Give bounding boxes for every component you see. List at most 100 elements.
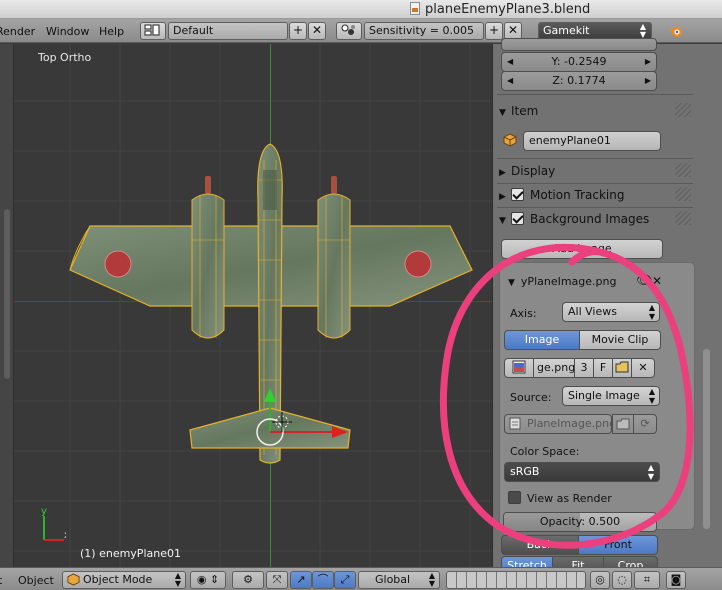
panel-separator [497, 94, 693, 95]
delete-layout-button[interactable]: ✕ [308, 22, 326, 40]
screen-layout-field[interactable]: Default [168, 22, 288, 40]
reload-icon[interactable]: ⟳ [633, 414, 657, 434]
view-as-render-label: View as Render [527, 492, 612, 505]
panel-grip-icon[interactable] [675, 211, 691, 225]
panel-grip-icon[interactable] [675, 163, 691, 177]
image-filepath-value: PlaneImage.png [527, 417, 617, 430]
motion-tracking-checkbox[interactable] [511, 188, 524, 201]
rotate-manipulator-icon[interactable]: ⌒ [312, 571, 334, 589]
properties-scrollbar[interactable] [703, 44, 710, 567]
remove-image-icon[interactable]: ✕ [652, 274, 662, 288]
orientation-dropdown[interactable]: Global ▲ ▼ [358, 571, 440, 589]
add-layout-button[interactable]: + [289, 22, 307, 40]
add-scene-button[interactable]: + [485, 22, 503, 40]
layer-buttons[interactable] [446, 571, 586, 589]
increment-arrow-icon[interactable]: ▶ [645, 53, 651, 71]
object-cube-icon [503, 133, 517, 150]
opacity-slider[interactable]: Opacity: 0.500 [503, 512, 657, 532]
browse-file-icon[interactable] [612, 414, 634, 434]
image-entry-header[interactable]: ▼ yPlaneImage.png [508, 275, 616, 288]
pivot-point-icon[interactable]: ⚙ [232, 571, 264, 589]
dropdown-updown-icon: ▲ ▼ [639, 22, 646, 39]
color-space-value: sRGB [510, 465, 540, 478]
viewport-shading-icon[interactable]: ◉ ⇕ [190, 571, 226, 589]
panel-grip-icon[interactable] [675, 103, 691, 117]
dropdown-updown-icon: ▲ ▼ [647, 463, 654, 481]
enemy-plane-model[interactable] [60, 140, 480, 470]
tab-movie-clip[interactable]: Movie Clip [579, 330, 661, 350]
location-z-value: Z: 0.1774 [552, 74, 606, 87]
ndof-icon[interactable] [336, 22, 362, 40]
decrement-arrow-icon[interactable]: ◀ [507, 72, 513, 90]
translate-manipulator-icon[interactable]: ↗ [290, 571, 312, 589]
location-y-value: Y: -0.2549 [551, 55, 607, 68]
front-button[interactable]: Front [578, 535, 658, 555]
sensitivity-field[interactable]: Sensitivity = 0.005 [364, 22, 484, 40]
mode-dropdown[interactable]: Object Mode ▲ ▼ [62, 571, 186, 589]
unlink-image-icon[interactable]: ✕ [631, 358, 655, 378]
motion-tracking-label: Motion Tracking [530, 188, 625, 202]
screen-layout-icon[interactable] [140, 22, 166, 40]
snap-icon[interactable]: ⌗ [634, 571, 660, 589]
source-dropdown[interactable]: Single Image ▲ ▼ [562, 386, 660, 406]
manipulator-toggle-icon[interactable]: ⤧ [266, 571, 288, 589]
properties-region[interactable]: ◀ Y: -0.2549 ▶ ◀ Z: 0.1774 ▶ ▼ Item enemy… [492, 38, 722, 576]
open-folder-icon[interactable] [612, 358, 632, 378]
menu-help[interactable]: Help [99, 25, 124, 38]
background-images-panel-header[interactable]: ▼ Background Images [499, 208, 691, 230]
display-panel-header[interactable]: ▶ Display [499, 160, 691, 182]
eye-visibility-icon[interactable]: 👁 [636, 274, 653, 287]
menu-render[interactable]: Render [0, 25, 35, 38]
mode-value: Object Mode [83, 573, 153, 586]
motion-tracking-panel-header[interactable]: ▶ Motion Tracking [499, 184, 691, 206]
toolshelf-strip[interactable] [0, 44, 14, 567]
axis-label: Axis: [510, 307, 537, 320]
blend-file-icon [410, 2, 420, 15]
dropdown-updown-icon: ▲ ▼ [648, 303, 655, 321]
object-name-field[interactable]: enemyPlane01 [523, 131, 661, 151]
location-y-field[interactable]: ◀ Y: -0.2549 ▶ [501, 52, 657, 72]
lock-layers-icon[interactable]: ◎ [590, 571, 610, 589]
image-file-field[interactable]: ge.png [533, 358, 575, 378]
os-title-bar: planeEnemyPlane3.blend [0, 0, 722, 19]
opacity-value: 0.500 [588, 515, 621, 528]
menu-select-partial[interactable]: t [0, 574, 2, 587]
fake-user-button[interactable]: F [593, 358, 613, 378]
increment-arrow-icon[interactable]: ▶ [645, 72, 651, 90]
tab-image[interactable]: Image [504, 330, 580, 350]
panel-grip-icon[interactable] [675, 187, 691, 201]
item-panel-header[interactable]: ▼ Item [499, 100, 691, 122]
image-browse-icon[interactable] [504, 358, 534, 378]
opacity-label: Opacity: [539, 515, 586, 528]
menu-object[interactable]: Object [18, 574, 54, 587]
location-x-field[interactable] [501, 38, 657, 51]
axis-x-label: x [64, 530, 66, 541]
decrement-arrow-icon[interactable]: ◀ [507, 53, 513, 71]
collapsed-triangle-icon: ▶ [499, 168, 506, 178]
image-users-count[interactable]: 3 [574, 358, 594, 378]
background-images-checkbox[interactable] [511, 212, 524, 225]
3d-viewport[interactable]: Top Ortho y (1) enemyPlane01 [0, 44, 492, 567]
source-label: Source: [510, 391, 552, 404]
dropdown-updown-icon: ▲ ▼ [174, 571, 181, 588]
background-images-label: Background Images [530, 212, 650, 226]
display-panel-label: Display [511, 164, 556, 178]
color-space-dropdown[interactable]: sRGB ▲ ▼ [504, 462, 660, 482]
image-entry-name: yPlaneImage.png [520, 275, 617, 288]
document-title-text: planeEnemyPlane3.blend [425, 2, 591, 17]
proportional-edit-icon[interactable]: ◌ [612, 571, 632, 589]
expanded-triangle-icon: ▼ [499, 216, 506, 226]
location-z-field[interactable]: ◀ Z: 0.1774 ▶ [501, 71, 657, 91]
toolshelf-scrollbar[interactable] [4, 209, 10, 379]
view-as-render-row[interactable]: View as Render [508, 491, 612, 505]
view-label: Top Ortho [38, 51, 92, 64]
menu-window[interactable]: Window [46, 25, 89, 38]
scrollbar-thumb[interactable] [703, 349, 710, 529]
view-as-render-checkbox[interactable] [508, 491, 521, 504]
scale-manipulator-icon[interactable]: ⤢ [334, 571, 356, 589]
back-button[interactable]: Back [501, 535, 579, 555]
image-filepath-field[interactable]: PlaneImage.png [504, 414, 616, 434]
axis-dropdown[interactable]: All Views ▲ ▼ [562, 302, 660, 322]
render-camera-icon[interactable]: ◙ [666, 571, 686, 589]
add-image-button[interactable]: Add Image [501, 239, 663, 259]
